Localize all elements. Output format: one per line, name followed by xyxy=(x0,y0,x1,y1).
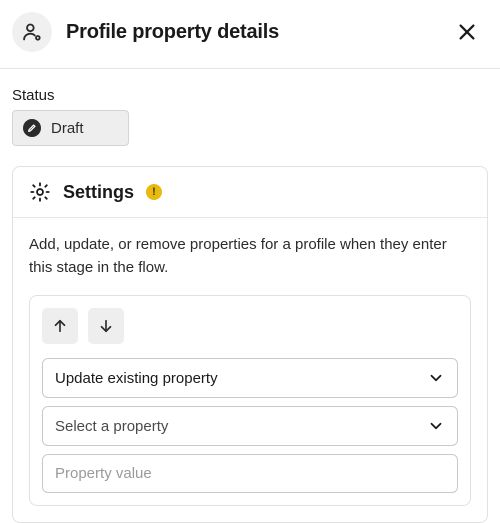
status-label: Status xyxy=(12,87,488,104)
move-up-button[interactable] xyxy=(42,308,78,344)
profile-icon-wrapper xyxy=(12,12,52,52)
property-value-input[interactable] xyxy=(42,454,458,493)
profile-icon xyxy=(22,22,42,42)
settings-description: Add, update, or remove properties for a … xyxy=(29,234,471,279)
arrow-up-icon xyxy=(51,317,69,335)
status-badge: Draft xyxy=(12,110,129,146)
status-value: Draft xyxy=(51,120,84,137)
page-title: Profile property details xyxy=(66,21,450,44)
settings-body: Add, update, or remove properties for a … xyxy=(13,218,487,522)
action-select[interactable]: Update existing property xyxy=(42,358,458,398)
arrow-down-icon xyxy=(97,317,115,335)
reorder-controls xyxy=(42,308,458,344)
property-select-value: Select a property xyxy=(55,418,168,435)
chevron-down-icon xyxy=(427,417,445,435)
header: Profile property details xyxy=(0,0,500,69)
action-select-value: Update existing property xyxy=(55,370,218,387)
gear-icon xyxy=(29,181,51,203)
property-group: Update existing property Select a proper… xyxy=(29,295,471,506)
close-button[interactable] xyxy=(450,15,484,49)
close-icon xyxy=(456,21,478,43)
move-down-button[interactable] xyxy=(88,308,124,344)
warning-icon: ! xyxy=(146,184,162,200)
property-select[interactable]: Select a property xyxy=(42,406,458,446)
draft-icon xyxy=(23,119,41,137)
settings-title: Settings xyxy=(63,182,134,203)
settings-header: Settings ! xyxy=(13,167,487,218)
status-section: Status Draft xyxy=(0,69,500,166)
settings-card: Settings ! Add, update, or remove proper… xyxy=(12,166,488,523)
chevron-down-icon xyxy=(427,369,445,387)
